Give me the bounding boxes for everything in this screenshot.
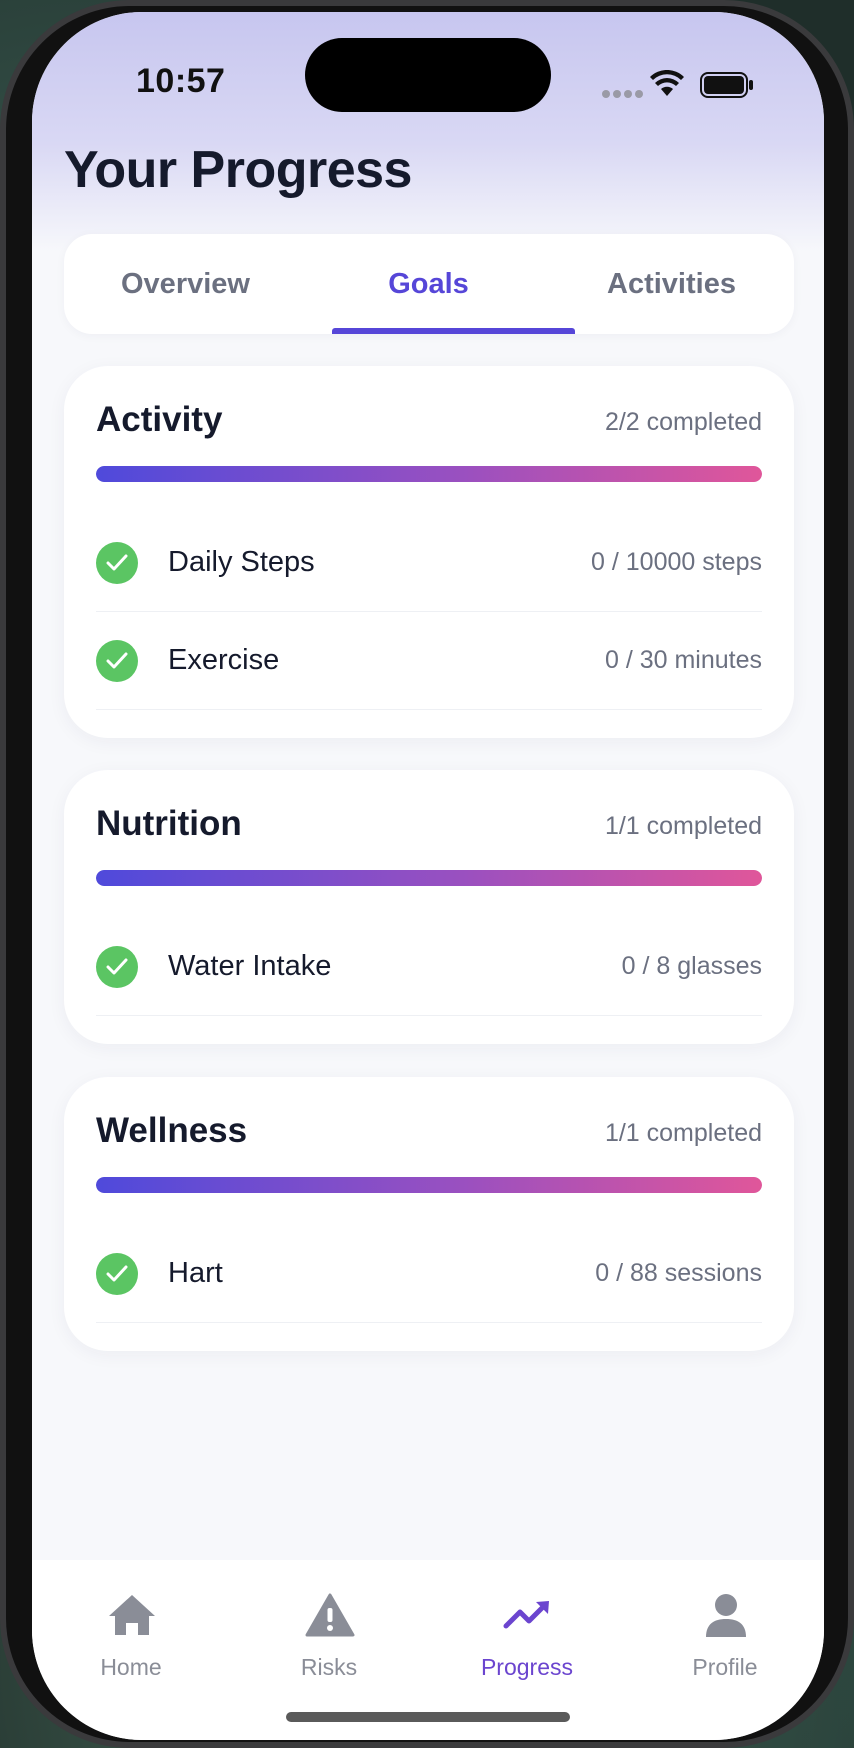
user-icon: [706, 1594, 746, 1637]
cellular-signal-icon: [602, 90, 643, 98]
home-indicator: [286, 1712, 570, 1722]
nav-progress[interactable]: Progress: [428, 1560, 626, 1690]
active-tab-indicator: [332, 328, 575, 334]
goal-row-daily-steps[interactable]: Daily Steps 0 / 10000 steps: [96, 514, 762, 612]
check-circle-icon: [96, 542, 138, 584]
goal-progress-text: 0 / 30 minutes: [604, 646, 762, 674]
nav-profile[interactable]: Profile: [626, 1560, 824, 1690]
goal-name: Daily Steps: [168, 546, 315, 578]
nav-label: Profile: [692, 1654, 758, 1680]
home-icon: [109, 1595, 155, 1635]
goal-category-card-activity: Activity 2/2 completed Daily Steps 0 / 1…: [64, 366, 794, 738]
battery-icon: [700, 72, 753, 98]
category-completion-count: 2/2 completed: [604, 408, 762, 436]
nav-label: Progress: [480, 1654, 574, 1680]
goal-category-card-nutrition: Nutrition 1/1 completed Water Intake 0 /…: [64, 770, 794, 1044]
category-title: Nutrition: [96, 804, 242, 843]
nav-home[interactable]: Home: [32, 1560, 230, 1690]
check-circle-icon: [96, 640, 138, 682]
category-progress-bar: [96, 466, 762, 482]
category-progress-bar: [96, 870, 762, 886]
goal-progress-text: 0 / 8 glasses: [621, 952, 762, 980]
category-title: Wellness: [96, 1111, 248, 1150]
app-screen: 10:57 Your Progress Overview Goals Activ…: [32, 12, 824, 1740]
tab-overview[interactable]: Overview: [64, 234, 307, 334]
goal-name: Exercise: [168, 644, 280, 676]
segmented-tabs: Overview Goals Activities: [64, 234, 794, 334]
goal-row-water-intake[interactable]: Water Intake 0 / 8 glasses: [96, 918, 762, 1016]
tab-goals[interactable]: Goals: [307, 234, 550, 334]
dynamic-island: [305, 38, 551, 112]
category-completion-count: 1/1 completed: [604, 812, 762, 840]
tab-activities[interactable]: Activities: [550, 234, 793, 334]
status-bar: 10:57: [32, 12, 824, 132]
category-progress-bar: [96, 1177, 762, 1193]
nav-label: Risks: [300, 1654, 358, 1680]
nav-risks[interactable]: Risks: [230, 1560, 428, 1690]
check-circle-icon: [96, 946, 138, 988]
goal-name: Water Intake: [168, 950, 332, 982]
goal-progress-text: 0 / 88 sessions: [595, 1259, 762, 1287]
warning-icon: [305, 1593, 355, 1637]
nav-label: Home: [100, 1654, 162, 1680]
page-title: Your Progress: [64, 141, 412, 199]
trending-up-icon: [503, 1601, 549, 1629]
goal-name: Hart: [168, 1257, 223, 1289]
status-time: 10:57: [136, 62, 226, 100]
check-circle-icon: [96, 1253, 138, 1295]
goal-progress-text: 0 / 10000 steps: [591, 548, 762, 576]
goal-category-card-wellness: Wellness 1/1 completed Hart 0 / 88 sessi…: [64, 1077, 794, 1351]
goal-row-hart[interactable]: Hart 0 / 88 sessions: [96, 1225, 762, 1323]
goal-row-exercise[interactable]: Exercise 0 / 30 minutes: [96, 612, 762, 710]
category-completion-count: 1/1 completed: [604, 1119, 762, 1147]
wifi-icon: [650, 70, 684, 96]
category-title: Activity: [96, 400, 223, 439]
